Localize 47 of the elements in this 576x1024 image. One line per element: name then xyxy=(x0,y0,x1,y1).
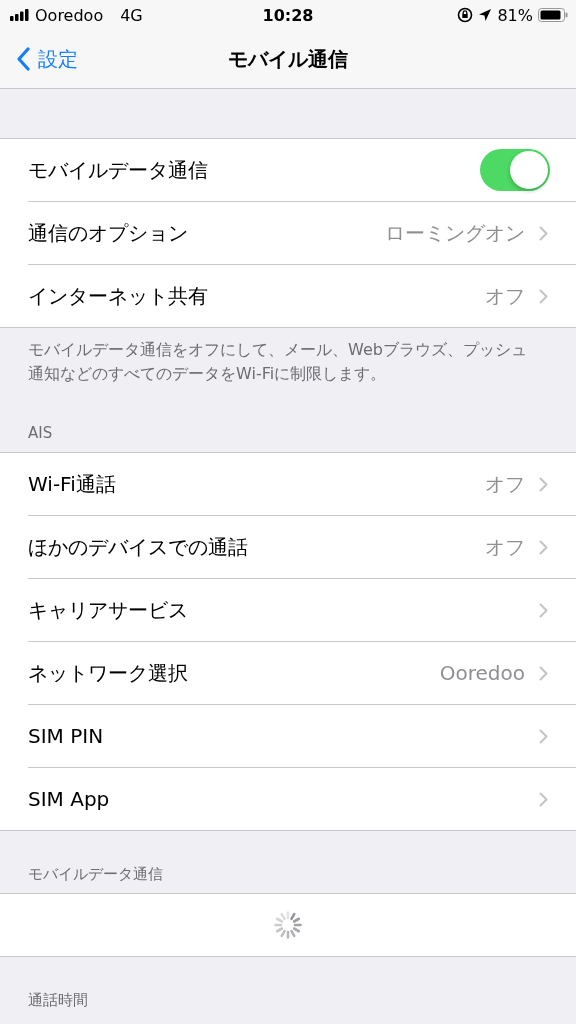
settings-row[interactable]: SIM PIN xyxy=(28,705,576,768)
row-value: ローミングオン xyxy=(385,219,525,247)
section-header: モバイルデータ通信 xyxy=(27,864,164,885)
row-label: SIM PIN xyxy=(28,724,104,748)
row-label: Wi-Fi通話 xyxy=(28,470,116,498)
page-title: モバイル通信 xyxy=(227,45,349,73)
chevron-icon xyxy=(539,665,548,681)
settings-row[interactable]: Wi-Fi通話 オフ xyxy=(28,453,576,516)
section-header: 通話時間 xyxy=(27,990,89,1011)
network-type: 4G xyxy=(120,5,143,25)
chevron-icon xyxy=(539,791,548,807)
section-footer: モバイルデータ通信をオフにして、メール、Webブラウズ、プッシュ通知などのすべてのデータをWi-Fiに制限します。 xyxy=(0,328,576,390)
back-chevron-icon xyxy=(16,47,30,71)
chevron-icon xyxy=(539,476,548,492)
toggle-switch[interactable] xyxy=(480,149,550,191)
chevron-icon xyxy=(539,602,548,618)
row-value: オフ xyxy=(485,533,525,561)
chevron-icon xyxy=(539,728,548,744)
settings-row[interactable]: SIM App xyxy=(28,768,576,830)
battery-percentage: 81% xyxy=(497,5,533,25)
carrier-name: Ooredoo xyxy=(35,5,104,25)
row-label: ネットワーク選択 xyxy=(28,659,188,687)
rotation-lock-icon xyxy=(457,7,474,23)
section-header: AIS xyxy=(27,423,54,444)
row-label: SIM App xyxy=(28,787,110,811)
settings-row[interactable]: キャリアサービス xyxy=(28,579,576,642)
row-label: ほかのデバイスでの通話 xyxy=(28,533,248,561)
settings-row[interactable]: インターネット共有 オフ xyxy=(28,265,576,327)
battery-icon xyxy=(538,8,568,22)
location-arrow-icon xyxy=(478,8,493,22)
loading-spinner-icon xyxy=(274,911,302,939)
settings-row[interactable]: ネットワーク選択 Ooredoo xyxy=(28,642,576,705)
row-value: オフ xyxy=(485,470,525,498)
clock-time: 10:28 xyxy=(261,5,315,25)
row-label: キャリアサービス xyxy=(28,596,188,624)
row-label: インターネット共有 xyxy=(28,282,208,310)
row-label: モバイルデータ通信 xyxy=(28,156,208,184)
chevron-icon xyxy=(539,539,548,555)
chevron-icon xyxy=(539,225,548,241)
settings-row[interactable]: ほかのデバイスでの通話 オフ xyxy=(28,516,576,579)
signal-icon xyxy=(10,9,30,21)
row-label: 通信のオプション xyxy=(28,219,188,247)
settings-row[interactable]: 通信のオプション ローミングオン xyxy=(28,202,576,265)
back-button[interactable]: 設定 xyxy=(0,45,94,73)
row-value: Ooredoo xyxy=(439,661,525,685)
chevron-icon xyxy=(539,288,548,304)
row-value: オフ xyxy=(485,282,525,310)
